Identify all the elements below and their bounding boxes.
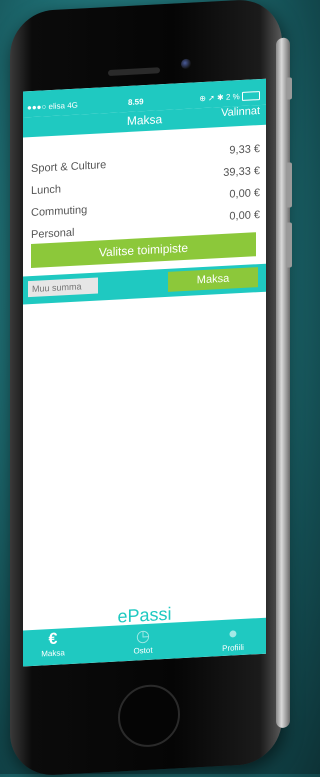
pay-button[interactable]: Maksa xyxy=(168,267,258,292)
status-icons: ⊕ ➚ ✱ 2 % xyxy=(199,91,260,104)
balance-amount: 9,33 € xyxy=(229,143,260,157)
tab-maksa[interactable]: € Maksa xyxy=(23,629,83,659)
earpiece xyxy=(108,67,160,76)
front-camera xyxy=(181,58,191,70)
options-button[interactable]: Valinnat xyxy=(221,105,260,119)
clock-icon: ◷ xyxy=(136,627,150,646)
app-screen: ●●●○ elisa 4G 8.59 ⊕ ➚ ✱ 2 % Maksa Valin… xyxy=(23,78,266,667)
pay-bar: Maksa xyxy=(23,263,266,305)
home-button[interactable] xyxy=(118,683,180,749)
mute-switch xyxy=(286,77,292,100)
balance-amount: 39,33 € xyxy=(223,165,260,179)
phone-edge xyxy=(276,37,290,729)
tab-label: Profiili xyxy=(222,642,244,654)
tab-label: Maksa xyxy=(41,648,65,659)
balance-label: Personal xyxy=(31,226,75,242)
balance-amount: 0,00 € xyxy=(229,187,260,201)
tab-label: Ostot xyxy=(133,645,153,656)
balance-label: Commuting xyxy=(31,204,88,220)
clock: 8.59 xyxy=(128,97,144,107)
balance-label: Lunch xyxy=(31,183,61,198)
tab-profiili[interactable]: ● Profiili xyxy=(203,624,263,654)
person-icon: ● xyxy=(228,625,238,643)
phone-frame: ●●●○ elisa 4G 8.59 ⊕ ➚ ✱ 2 % Maksa Valin… xyxy=(10,0,292,777)
euro-icon: € xyxy=(48,630,58,649)
tab-ostot[interactable]: ◷ Ostot xyxy=(113,627,173,657)
other-amount-input[interactable] xyxy=(28,277,98,298)
carrier-label: ●●●○ elisa 4G xyxy=(27,100,78,113)
volume-up-button xyxy=(286,162,292,208)
balance-amount: 0,00 € xyxy=(229,209,260,223)
battery-label: ⊕ ➚ ✱ 2 % xyxy=(199,92,240,104)
volume-down-button xyxy=(286,222,292,268)
battery-icon xyxy=(242,91,260,102)
